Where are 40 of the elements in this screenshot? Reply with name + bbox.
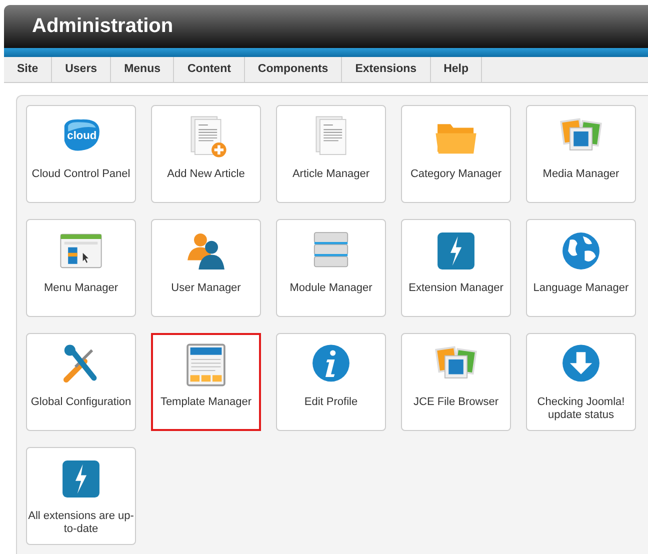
shortcut-tile[interactable]: Module Manager bbox=[276, 219, 386, 317]
menu-item[interactable]: Help bbox=[430, 57, 482, 82]
tile-label: Language Manager bbox=[532, 282, 630, 295]
tile-label: Cloud Control Panel bbox=[30, 168, 132, 181]
menu-item[interactable]: Extensions bbox=[342, 57, 431, 82]
shortcut-tile[interactable]: All extensions are up-to-date bbox=[26, 447, 136, 545]
shortcut-tile[interactable]: Global Configuration bbox=[26, 333, 136, 431]
tile-label: Edit Profile bbox=[303, 396, 359, 409]
tile-label: Menu Manager bbox=[43, 282, 119, 295]
shortcut-tile[interactable]: Language Manager bbox=[526, 219, 636, 317]
shortcut-tile[interactable]: Article Manager bbox=[276, 105, 386, 203]
shortcut-tile[interactable]: Menu Manager bbox=[26, 219, 136, 317]
menu-item[interactable]: Site bbox=[4, 57, 52, 82]
tile-label: Article Manager bbox=[291, 168, 371, 181]
shortcut-tile[interactable]: Template Manager bbox=[151, 333, 261, 431]
menu-item[interactable]: Users bbox=[52, 57, 112, 82]
shortcut-tile[interactable]: JCE File Browser bbox=[401, 333, 511, 431]
tile-label: Global Configuration bbox=[30, 396, 132, 409]
tile-label: JCE File Browser bbox=[412, 396, 500, 409]
page-title: Administration bbox=[32, 15, 174, 38]
menu-item[interactable]: Menus bbox=[111, 57, 174, 82]
shortcut-tile[interactable]: User Manager bbox=[151, 219, 261, 317]
tile-label: Checking Joomla! update status bbox=[536, 396, 626, 422]
shortcut-tile[interactable]: Category Manager bbox=[401, 105, 511, 203]
tile-label: Media Manager bbox=[542, 168, 620, 181]
menu-item[interactable]: Content bbox=[174, 57, 245, 82]
tile-label: User Manager bbox=[170, 282, 242, 295]
tile-label: Extension Manager bbox=[408, 282, 504, 295]
shortcut-tile[interactable]: Extension Manager bbox=[401, 219, 511, 317]
tile-label: Template Manager bbox=[159, 396, 253, 409]
tile-label: Add New Article bbox=[166, 168, 246, 181]
shortcut-tile[interactable]: cloud Cloud Control Panel bbox=[26, 105, 136, 203]
menu-item[interactable]: Components bbox=[244, 57, 342, 82]
tile-label: Category Manager bbox=[409, 168, 503, 181]
shortcut-tile[interactable]: Checking Joomla! update status bbox=[526, 333, 636, 431]
shortcut-tile[interactable]: Media Manager bbox=[526, 105, 636, 203]
shortcut-tile[interactable]: Add New Article bbox=[151, 105, 261, 203]
tile-label: All extensions are up-to-date bbox=[27, 510, 135, 536]
tile-label: Module Manager bbox=[288, 282, 374, 295]
shortcut-tile[interactable]: Edit Profile bbox=[276, 333, 386, 431]
